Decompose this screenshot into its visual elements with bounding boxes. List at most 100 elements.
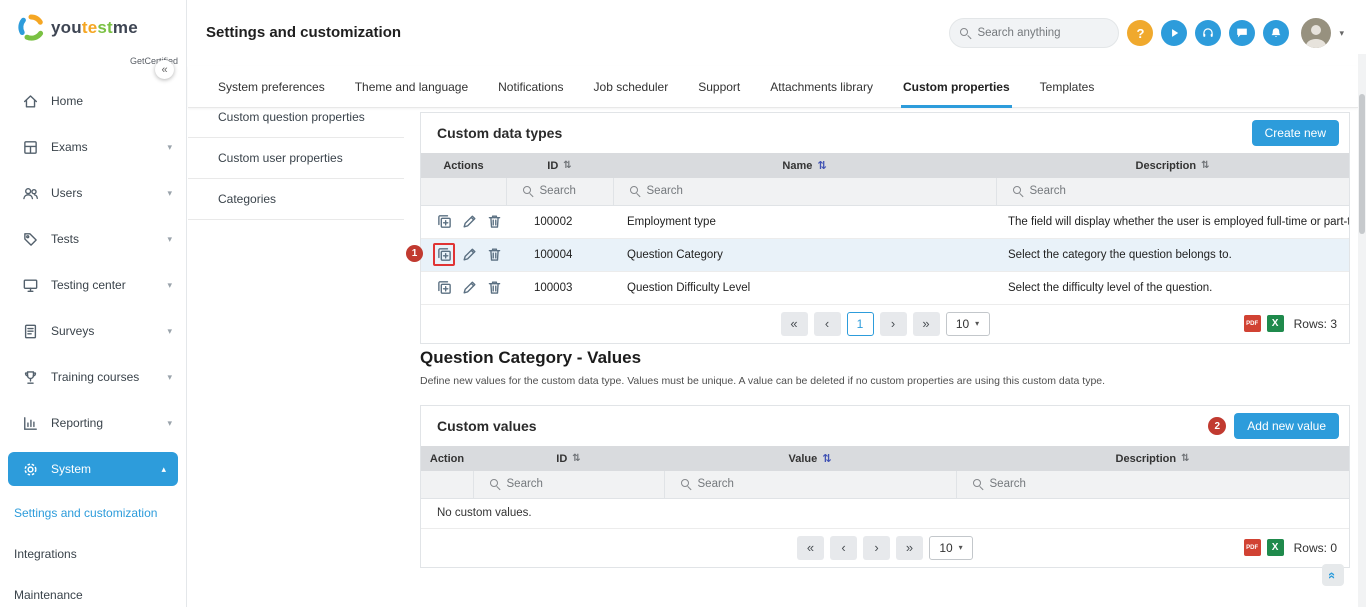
add-values-icon[interactable] <box>433 210 455 233</box>
current-page-button[interactable]: 1 <box>847 312 874 336</box>
sidebar-item-home[interactable]: Home <box>0 78 186 124</box>
add-values-icon[interactable] <box>433 243 455 266</box>
help-button[interactable]: ? <box>1127 20 1153 46</box>
pagination: « ‹ › » 10▾ PDF X Rows: 0 <box>421 529 1349 567</box>
delete-icon[interactable] <box>484 243 506 266</box>
description-search-input[interactable] <box>990 478 1342 490</box>
edit-icon[interactable] <box>458 276 480 299</box>
value-search-input[interactable] <box>698 478 948 490</box>
column-header-id[interactable]: ID⇅ <box>473 446 664 471</box>
scrollbar-thumb[interactable] <box>1359 94 1365 234</box>
next-page-button[interactable]: › <box>863 536 890 560</box>
prev-page-button[interactable]: ‹ <box>830 536 857 560</box>
column-header-description[interactable]: Description⇅ <box>996 153 1349 178</box>
chevron-down-icon: ▾ <box>167 326 172 337</box>
add-new-value-button[interactable]: Add new value <box>1234 413 1339 439</box>
pdf-export-icon[interactable]: PDF <box>1244 539 1261 556</box>
prev-page-button[interactable]: ‹ <box>814 312 841 336</box>
support-headset-button[interactable] <box>1195 20 1221 46</box>
sort-icon[interactable]: ⇅ <box>563 160 571 171</box>
global-search-input[interactable] <box>977 27 1108 39</box>
subnav-item-custom-user-properties[interactable]: Custom user properties <box>188 138 404 179</box>
chevron-down-icon: ▾ <box>167 142 172 153</box>
sidebar-item-exams[interactable]: Exams ▾ <box>0 124 186 170</box>
description-search-input[interactable] <box>1030 185 1342 197</box>
sort-active-icon[interactable]: ⇅ <box>822 452 831 465</box>
last-page-button[interactable]: » <box>913 312 940 336</box>
chevron-down-icon: ▾ <box>167 418 172 429</box>
sidebar-item-system[interactable]: System ▴ <box>8 452 178 486</box>
column-header-name[interactable]: Name⇅ <box>613 153 996 178</box>
edit-icon[interactable] <box>458 243 480 266</box>
pdf-export-icon[interactable]: PDF <box>1244 315 1261 332</box>
tab-system-preferences[interactable]: System preferences <box>218 66 325 108</box>
page-size-select[interactable]: 10▾ <box>946 312 990 336</box>
search-icon <box>681 479 692 490</box>
custom-values-card: Custom values 2 Add new value Action ID⇅… <box>420 405 1350 568</box>
first-page-button[interactable]: « <box>781 312 808 336</box>
sort-active-icon[interactable]: ⇅ <box>817 159 826 172</box>
sidebar-item-reporting[interactable]: Reporting ▾ <box>0 400 186 446</box>
avatar[interactable] <box>1301 18 1331 48</box>
sidebar-subitem-label: Settings and customization <box>14 506 157 520</box>
column-header-value[interactable]: Value⇅ <box>664 446 956 471</box>
sidebar-item-testing-center[interactable]: Testing center ▾ <box>0 262 186 308</box>
sort-icon[interactable]: ⇅ <box>1181 453 1189 464</box>
tab-theme-and-language[interactable]: Theme and language <box>355 66 468 108</box>
app-root: youtestme GetCertified « Home Exams ▾ Us… <box>0 0 1366 607</box>
tab-job-scheduler[interactable]: Job scheduler <box>594 66 669 108</box>
sidebar-item-tests[interactable]: Tests ▾ <box>0 216 186 262</box>
surveys-icon <box>22 323 39 340</box>
tab-templates[interactable]: Templates <box>1040 66 1095 108</box>
sort-icon[interactable]: ⇅ <box>1201 160 1209 171</box>
global-search[interactable] <box>949 18 1119 48</box>
tab-notifications[interactable]: Notifications <box>498 66 563 108</box>
excel-export-icon[interactable]: X <box>1267 315 1284 332</box>
rows-count: Rows: 3 <box>1294 317 1337 331</box>
next-page-button[interactable]: › <box>880 312 907 336</box>
notifications-bell-button[interactable] <box>1263 20 1289 46</box>
name-search-input[interactable] <box>647 185 988 197</box>
column-header-description[interactable]: Description⇅ <box>956 446 1349 471</box>
sidebar-subitem-settings-and-customization[interactable]: Settings and customization <box>0 492 186 533</box>
page-size-select[interactable]: 10▾ <box>929 536 973 560</box>
chat-button[interactable] <box>1229 20 1255 46</box>
rows-count: Rows: 0 <box>1294 541 1337 555</box>
chevron-down-icon: ▾ <box>975 319 979 328</box>
scroll-to-top-button[interactable]: « <box>1322 564 1344 586</box>
delete-icon[interactable] <box>484 276 506 299</box>
first-page-button[interactable]: « <box>797 536 824 560</box>
name-cell: Employment type <box>613 205 996 238</box>
id-search-input[interactable] <box>540 185 605 197</box>
table-row[interactable]: 100003 Question Difficulty Level Select … <box>421 271 1349 304</box>
sidebar-item-surveys[interactable]: Surveys ▾ <box>0 308 186 354</box>
subnav-item-categories[interactable]: Categories <box>188 179 404 220</box>
excel-export-icon[interactable]: X <box>1267 539 1284 556</box>
id-search-input[interactable] <box>507 478 656 490</box>
sidebar-collapse-button[interactable]: « <box>155 60 174 79</box>
sidebar-nav: Home Exams ▾ Users ▾ Tests ▾ Testing cen… <box>0 78 186 607</box>
tab-custom-properties[interactable]: Custom properties <box>903 66 1010 108</box>
column-header-id[interactable]: ID⇅ <box>506 153 613 178</box>
sidebar-subitem-integrations[interactable]: Integrations <box>0 533 186 574</box>
sidebar-item-users[interactable]: Users ▾ <box>0 170 186 216</box>
table-header-row: Actions ID⇅ Name⇅ Description⇅ <box>421 153 1349 178</box>
sort-icon[interactable]: ⇅ <box>572 453 580 464</box>
description-cell: Select the difficulty level of the quest… <box>996 271 1349 304</box>
edit-icon[interactable] <box>458 210 480 233</box>
sidebar-subitem-maintenance[interactable]: Maintenance <box>0 574 186 607</box>
tutorial-play-button[interactable] <box>1161 20 1187 46</box>
tab-support[interactable]: Support <box>698 66 740 108</box>
last-page-button[interactable]: » <box>896 536 923 560</box>
table-search-row <box>421 471 1349 498</box>
add-values-icon[interactable] <box>433 276 455 299</box>
tab-attachments-library[interactable]: Attachments library <box>770 66 873 108</box>
scrollbar[interactable] <box>1358 54 1366 607</box>
chevron-down-icon[interactable]: ▾ <box>1339 28 1344 39</box>
annotation-step-2: 2 <box>1208 417 1226 435</box>
delete-icon[interactable] <box>484 210 506 233</box>
create-new-button[interactable]: Create new <box>1252 120 1339 146</box>
table-row-highlighted[interactable]: 100004 Question Category Select the cate… <box>421 238 1349 271</box>
table-row[interactable]: 100002 Employment type The field will di… <box>421 205 1349 238</box>
sidebar-item-training-courses[interactable]: Training courses ▾ <box>0 354 186 400</box>
